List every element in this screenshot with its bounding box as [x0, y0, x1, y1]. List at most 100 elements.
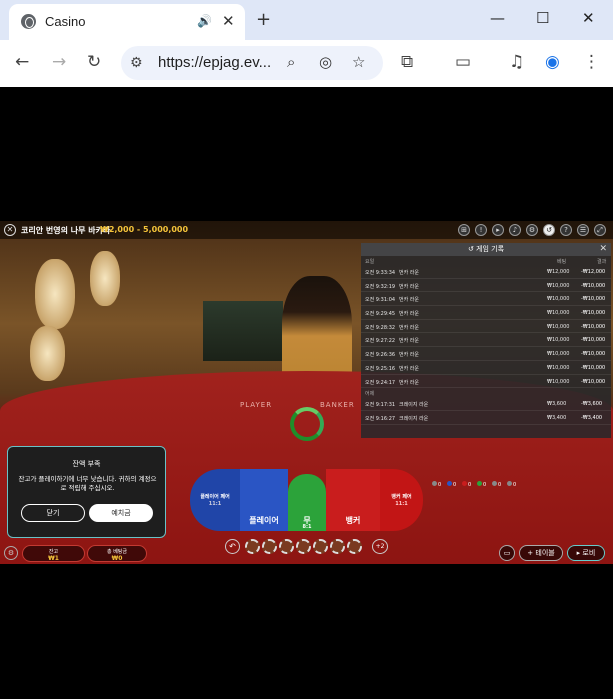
player-pair-spot[interactable]: 플레이어 페어 11:1 [190, 469, 240, 531]
zoom-icon[interactable]: ⌕ [287, 53, 295, 71]
history-row[interactable]: 오전 9:27:22 번카 라운 ₩10,000 -₩10,000 [361, 333, 611, 348]
bookmark-star-icon[interactable]: ☆ [352, 53, 365, 71]
chip[interactable] [296, 539, 311, 554]
road-stat: 0 [507, 481, 516, 488]
forward-icon[interactable]: → [52, 52, 66, 72]
cast-icon[interactable]: ▭ [455, 52, 471, 72]
tab-strip: Casino 🔊 ✕ + — ☐ ✕ [0, 0, 613, 40]
close-history-icon[interactable]: ✕ [599, 243, 607, 256]
new-tab-icon[interactable]: + [256, 9, 271, 30]
chip[interactable] [279, 539, 294, 554]
history-row[interactable]: 오전 9:28:32 번카 라운 ₩10,000 -₩10,000 [361, 320, 611, 334]
history-result: -₩3,600 [581, 401, 603, 408]
stat-dot-icon [492, 481, 497, 486]
history-game: 번카 라운 [399, 283, 419, 290]
minimize-icon[interactable]: — [490, 9, 505, 27]
site-info-icon[interactable]: ⚙ [130, 55, 143, 71]
reload-icon[interactable]: ↻ [87, 52, 101, 72]
tie-odds: 8:1 [302, 524, 312, 530]
bet-area: 플레이어 페어 11:1 플레이어 무 8:1 뱅커 뱅커 페어 11:1 [190, 469, 423, 533]
chip[interactable] [313, 539, 328, 554]
profile-icon[interactable]: ◉ [545, 52, 560, 72]
history-title: 게임 기록 [476, 245, 505, 253]
warning-icon[interactable]: ! [475, 224, 487, 236]
history-time: 오전 9:27:22 [365, 338, 396, 345]
player-pair-label: 플레이어 페어 [200, 494, 230, 500]
history-row[interactable]: 오전 9:17:31 크레이지 라운 ₩3,600 -₩3,600 [361, 397, 611, 411]
history-section-yesterday: 어제 [361, 388, 611, 397]
banker-label: 뱅커 [345, 516, 361, 525]
history-row[interactable]: 오전 9:32:19 번카 라운 ₩10,000 -₩10,000 [361, 279, 611, 293]
address-bar[interactable]: ⚙ https://epjag.ev... ⌕ ◎ ☆ [121, 46, 383, 80]
history-row[interactable]: 오전 9:29:45 번카 라운 ₩10,000 -₩10,000 [361, 306, 611, 320]
stat-dot-icon [447, 481, 452, 486]
fullscreen-icon[interactable]: ⊞ [458, 224, 470, 236]
history-result: -₩10,000 [581, 378, 606, 385]
close-tab-icon[interactable]: ✕ [222, 12, 235, 30]
bet-limit: ₩2,000 - 5,000,000 [100, 225, 189, 234]
close-button[interactable]: 닫기 [21, 504, 85, 522]
history-result: -₩10,000 [581, 282, 606, 289]
chat-icon[interactable]: ☰ [577, 224, 589, 236]
undo-icon[interactable]: ↶ [225, 539, 240, 554]
insufficient-balance-dialog: 잔액 부족 잔고가 플레이하기에 너무 낮습니다. 귀하의 계정으로 적립해 주… [7, 446, 166, 538]
banker-pair-label: 뱅커 페어 [391, 494, 412, 500]
settings-icon[interactable]: ⚙ [526, 224, 538, 236]
history-result: -₩10,000 [581, 351, 606, 358]
back-icon[interactable]: ← [15, 52, 29, 72]
menu-chips-icon[interactable]: ⚙ [4, 546, 18, 560]
tab-title: Casino [45, 14, 86, 29]
expand-icon[interactable]: ⤢ [594, 224, 606, 236]
history-time: 오전 9:24:17 [365, 379, 396, 386]
tab-casino[interactable]: Casino 🔊 ✕ [9, 4, 245, 40]
banker-pair-spot[interactable]: 뱅커 페어 11:1 [380, 469, 423, 531]
extensions-icon[interactable]: ⧉ [401, 52, 413, 72]
history-bet: ₩10,000 [547, 378, 570, 385]
chip[interactable] [262, 539, 277, 554]
history-game: 번카 라운 [399, 297, 419, 304]
col-result: 결과 [597, 259, 607, 265]
road-stat: 0 [447, 481, 456, 488]
history-row[interactable]: 오전 9:33:34 번카 라운 ₩12,000 -₩12,000 [361, 265, 611, 279]
chip[interactable] [330, 539, 345, 554]
history-row[interactable]: 오전 9:25:16 번카 라운 ₩10,000 -₩10,000 [361, 361, 611, 375]
speaker-icon[interactable]: 🔊 [197, 14, 212, 28]
screen-icon[interactable]: ▭ [499, 545, 515, 561]
close-window-icon[interactable]: ✕ [582, 9, 595, 27]
maximize-icon[interactable]: ☐ [536, 9, 549, 27]
chip[interactable] [347, 539, 362, 554]
history-icon[interactable]: ↺ [543, 224, 555, 236]
video-icon[interactable]: ▸ [492, 224, 504, 236]
menu-icon[interactable]: ⋮ [583, 52, 600, 72]
media-icon[interactable]: ♫ [509, 52, 524, 72]
tables-button[interactable]: + 테이블 [519, 545, 563, 561]
double-button[interactable]: +2 [372, 539, 388, 554]
tie-spot[interactable]: 무 8:1 [288, 474, 326, 531]
total-bet-label: 총 베팅금 [107, 549, 127, 555]
deposit-button[interactable]: 예치금 [89, 504, 153, 522]
lobby-button[interactable]: ▸ 로비 [567, 545, 605, 561]
chip[interactable] [245, 539, 260, 554]
stat-value: 0 [468, 482, 472, 488]
history-bet: ₩10,000 [547, 282, 570, 289]
history-row[interactable]: 오전 9:24:17 번카 라운 ₩10,000 -₩10,000 [361, 375, 611, 389]
history-bet: ₩10,000 [547, 351, 570, 358]
stat-value: 0 [483, 482, 487, 488]
help-icon[interactable]: ? [560, 224, 572, 236]
history-result: -₩10,000 [581, 364, 606, 371]
toolbar: ← → ↻ ⚙ https://epjag.ev... ⌕ ◎ ☆ ⧉ ▭ ♫ … [0, 40, 613, 87]
pagoda-image [203, 301, 283, 361]
stat-value: 0 [453, 482, 457, 488]
lantern-left-2 [90, 251, 120, 306]
player-spot[interactable]: 플레이어 [240, 469, 288, 531]
stat-dot-icon [432, 481, 437, 486]
eye-off-icon[interactable]: ◎ [319, 53, 332, 71]
close-game-icon[interactable]: ✕ [4, 224, 16, 236]
url-text[interactable]: https://epjag.ev... [158, 54, 271, 71]
history-header: ↺ 게임 기록 ✕ [361, 243, 611, 256]
history-row[interactable]: 오전 9:16:27 크레이지 라운 ₩3,400 -₩3,400 [361, 411, 611, 425]
history-row[interactable]: 오전 9:26:36 번카 라운 ₩10,000 -₩10,000 [361, 347, 611, 361]
banker-spot[interactable]: 뱅커 [326, 469, 380, 531]
history-row[interactable]: 오전 9:31:04 번카 라운 ₩10,000 -₩10,000 [361, 292, 611, 307]
sound-icon[interactable]: ♪ [509, 224, 521, 236]
